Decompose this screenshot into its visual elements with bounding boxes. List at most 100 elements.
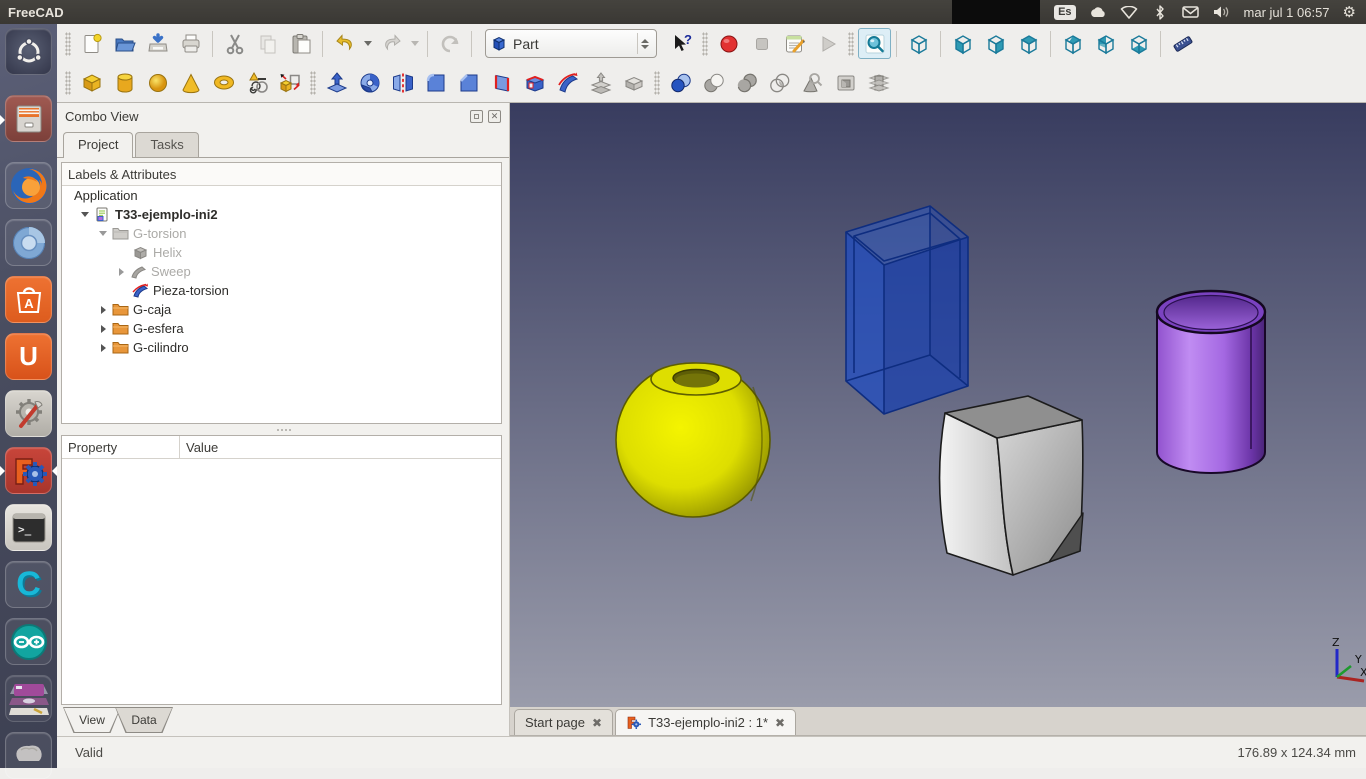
panel-close-button[interactable]: ✕ <box>488 110 501 123</box>
toolbar-drag-handle[interactable] <box>848 32 854 56</box>
toolbar-drag-handle[interactable] <box>654 71 660 95</box>
session-gear-icon[interactable]: ⚙ <box>1343 3 1356 21</box>
copy-button[interactable] <box>251 28 284 59</box>
cross-sections-button[interactable] <box>862 67 895 98</box>
union-button[interactable] <box>730 67 763 98</box>
primitive-cone-button[interactable] <box>174 67 207 98</box>
chamfer-button[interactable] <box>452 67 485 98</box>
3d-viewport[interactable]: Z Y X <box>510 103 1366 707</box>
primitive-sphere-button[interactable] <box>141 67 174 98</box>
tree-item-g-caja[interactable]: G-caja <box>62 300 501 319</box>
shape-inspect-button[interactable] <box>796 67 829 98</box>
property-column-header[interactable]: Property <box>62 436 180 458</box>
refresh-button[interactable] <box>433 28 466 59</box>
open-document-button[interactable] <box>108 28 141 59</box>
mdi-tab-document[interactable]: T33-ejemplo-ini2 : 1* ✖ <box>615 709 796 735</box>
undo-dropdown-arrow[interactable] <box>364 41 372 46</box>
print-button[interactable] <box>174 28 207 59</box>
launcher-item-terminal[interactable]: >_ <box>5 504 52 551</box>
ruled-surface-button[interactable] <box>485 67 518 98</box>
tab-data[interactable]: Data <box>115 707 173 733</box>
tab-project[interactable]: Project <box>63 132 133 158</box>
tree-item-sweep[interactable]: Sweep <box>62 262 501 281</box>
rear-view-button[interactable] <box>1056 28 1089 59</box>
panel-float-button[interactable] <box>470 110 483 123</box>
run-macro-button[interactable] <box>811 28 844 59</box>
tree-item-helix[interactable]: Helix <box>62 243 501 262</box>
keyboard-layout-indicator[interactable]: Es <box>1054 5 1075 20</box>
fit-all-button[interactable] <box>858 28 891 59</box>
common-button[interactable] <box>763 67 796 98</box>
tab-tasks[interactable]: Tasks <box>135 132 198 157</box>
cut-button[interactable] <box>218 28 251 59</box>
tree-item-pieza-torsion[interactable]: Pieza-torsion <box>62 281 501 300</box>
tree-item-application[interactable]: Application <box>62 186 501 205</box>
expander-closed-icon[interactable] <box>98 344 108 352</box>
mdi-tab-start-page[interactable]: Start page ✖ <box>514 709 613 735</box>
expander-closed-icon[interactable] <box>98 306 108 314</box>
save-document-button[interactable] <box>141 28 174 59</box>
cloud-icon[interactable] <box>1089 3 1107 21</box>
launcher-item-system-settings[interactable] <box>5 390 52 437</box>
close-icon[interactable]: ✖ <box>592 716 602 730</box>
redo-dropdown-arrow[interactable] <box>411 41 419 46</box>
top-view-button[interactable] <box>1012 28 1045 59</box>
measure-button[interactable] <box>1166 28 1199 59</box>
expander-closed-icon[interactable] <box>98 325 108 333</box>
whats-this-button[interactable]: ? <box>665 28 698 59</box>
volume-icon[interactable] <box>1213 3 1231 21</box>
boolean-button[interactable] <box>664 67 697 98</box>
tree-item-g-esfera[interactable]: G-esfera <box>62 319 501 338</box>
extrude-button[interactable] <box>320 67 353 98</box>
make-shell-button[interactable] <box>518 67 551 98</box>
stop-macro-button[interactable] <box>745 28 778 59</box>
thickness-button[interactable] <box>617 67 650 98</box>
expander-open-icon[interactable] <box>80 212 90 217</box>
tree-item-g-torsion[interactable]: G-torsion <box>62 224 501 243</box>
boolean-cut-button[interactable] <box>697 67 730 98</box>
tree-item-g-cilindro[interactable]: G-cilindro <box>62 338 501 357</box>
workbench-selector-spinner[interactable] <box>637 33 652 54</box>
tab-view[interactable]: View <box>63 707 121 733</box>
revolve-button[interactable] <box>353 67 386 98</box>
bottom-view-button[interactable] <box>1122 28 1155 59</box>
launcher-item-ubuntu-dash[interactable] <box>5 28 52 75</box>
sweep-button[interactable] <box>551 67 584 98</box>
value-column-header[interactable]: Value <box>180 436 501 458</box>
toolbar-drag-handle[interactable] <box>702 32 708 56</box>
right-view-button[interactable] <box>979 28 1012 59</box>
launcher-item-u-app[interactable]: U <box>5 333 52 380</box>
expander-open-icon[interactable] <box>98 231 108 236</box>
new-document-button[interactable] <box>75 28 108 59</box>
axonometric-view-button[interactable] <box>902 28 935 59</box>
toolbar-drag-handle[interactable] <box>310 71 316 95</box>
edit-macro-button[interactable] <box>778 28 811 59</box>
mirror-button[interactable] <box>386 67 419 98</box>
launcher-item-arduino[interactable] <box>5 618 52 665</box>
primitive-box-button[interactable] <box>75 67 108 98</box>
panel-splitter[interactable] <box>57 427 510 433</box>
launcher-item-chromium[interactable] <box>5 219 52 266</box>
toolbar-drag-handle[interactable] <box>65 71 71 95</box>
bluetooth-icon[interactable] <box>1151 3 1169 21</box>
box-section-button[interactable] <box>829 67 862 98</box>
launcher-item-trash[interactable] <box>5 732 52 779</box>
workbench-selector[interactable]: Part <box>485 29 657 58</box>
paste-button[interactable] <box>284 28 317 59</box>
launcher-item-software-center[interactable]: A <box>5 276 52 323</box>
undo-button[interactable] <box>328 28 361 59</box>
expander-closed-icon[interactable] <box>116 268 126 276</box>
primitive-cylinder-button[interactable] <box>108 67 141 98</box>
mail-icon[interactable] <box>1182 3 1200 21</box>
create-primitives-button[interactable] <box>240 67 273 98</box>
launcher-item-files[interactable] <box>5 95 52 142</box>
launcher-item-c-editor[interactable]: C <box>5 561 52 608</box>
tree-item-document[interactable]: T33-ejemplo-ini2 <box>62 205 501 224</box>
close-icon[interactable]: ✖ <box>775 716 785 730</box>
shape-builder-button[interactable] <box>273 67 306 98</box>
toolbar-drag-handle[interactable] <box>65 32 71 56</box>
launcher-item-firefox[interactable] <box>5 162 52 209</box>
record-macro-button[interactable] <box>712 28 745 59</box>
clock[interactable]: mar jul 1 06:57 <box>1244 5 1330 20</box>
launcher-item-freecad[interactable] <box>5 447 52 494</box>
